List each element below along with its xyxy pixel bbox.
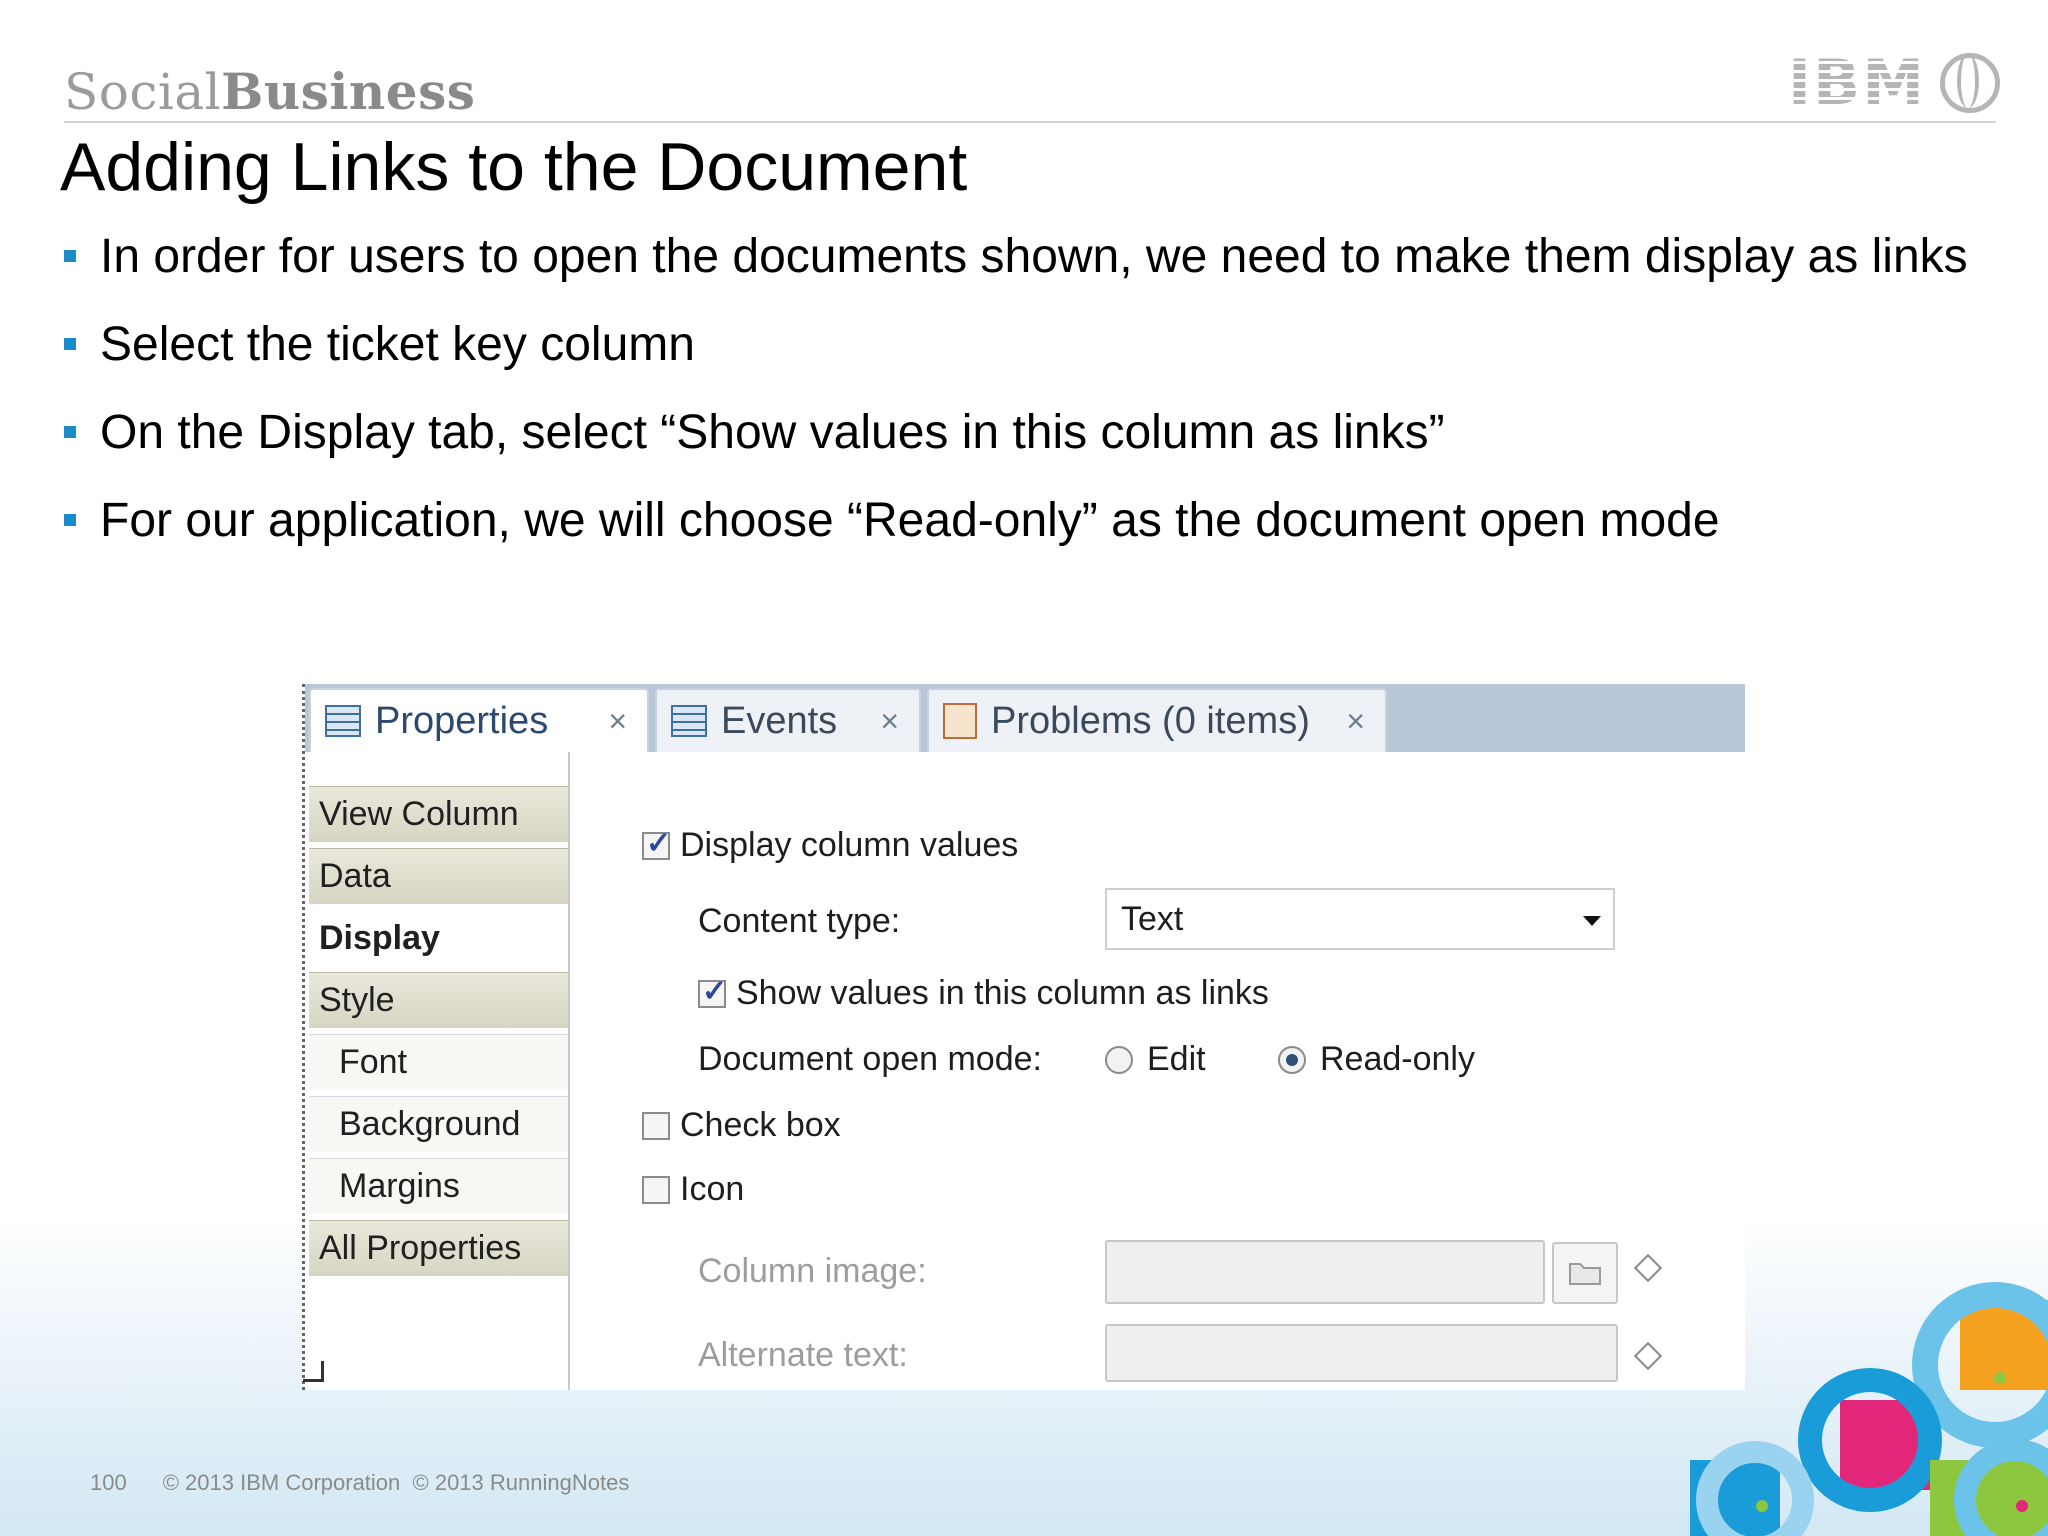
- close-icon[interactable]: ×: [1346, 703, 1365, 740]
- icon-row: Icon: [642, 1170, 744, 1209]
- chevron-down-icon: [1583, 916, 1601, 926]
- open-mode-label: Document open mode:: [698, 1040, 1042, 1078]
- sidebar-item-data[interactable]: Data: [309, 848, 568, 906]
- folder-icon: [1569, 1263, 1601, 1285]
- bullet-marker: [64, 426, 76, 438]
- ibm-logo: IBM: [1788, 46, 2000, 119]
- column-image-field[interactable]: [1105, 1240, 1545, 1304]
- show-links-row: Show values in this column as links: [698, 974, 1269, 1013]
- resize-handle-icon[interactable]: [303, 1361, 324, 1382]
- slide-title: Adding Links to the Document: [60, 129, 968, 205]
- sidebar-item-margins[interactable]: Margins: [309, 1158, 568, 1216]
- icon-checkbox[interactable]: [642, 1175, 670, 1204]
- show-links-checkbox[interactable]: [698, 974, 727, 1009]
- display-column-values-checkbox[interactable]: [642, 826, 671, 861]
- alternate-text-field[interactable]: [1105, 1324, 1618, 1382]
- bullet-item: Select the ticket key column: [64, 316, 1994, 373]
- header-divider: [64, 121, 1996, 123]
- tab-problems[interactable]: Problems (0 items) ×: [927, 688, 1387, 752]
- sidebar-item-background[interactable]: Background: [309, 1096, 568, 1154]
- properties-sidebar: View Column Data Display Style Font Back…: [305, 752, 570, 1390]
- check-box-row: Check box: [642, 1106, 841, 1145]
- ibm-wordmark: IBM: [1787, 46, 1926, 119]
- footer: 100 © 2013 IBM Corporation © 2013 Runnin…: [90, 1470, 629, 1496]
- display-column-values-row: Display column values: [642, 826, 1018, 865]
- bullet-list: In order for users to open the documents…: [64, 228, 1994, 580]
- computed-value-icon[interactable]: [1633, 1341, 1663, 1371]
- events-icon: [671, 705, 707, 737]
- edit-radio[interactable]: [1105, 1045, 1133, 1074]
- bullet-marker: [64, 250, 76, 262]
- close-icon[interactable]: ×: [880, 703, 899, 740]
- social-business-logo: SocialBusiness: [64, 62, 476, 121]
- sidebar-item-view-column[interactable]: View Column: [309, 786, 568, 844]
- open-mode-readonly-option[interactable]: Read-only: [1278, 1040, 1475, 1079]
- computed-value-icon[interactable]: [1633, 1253, 1663, 1283]
- sidebar-item-font[interactable]: Font: [309, 1034, 568, 1092]
- sidebar-item-display[interactable]: Display: [309, 910, 568, 968]
- bullet-marker: [64, 338, 76, 350]
- check-box-checkbox[interactable]: [642, 1111, 670, 1140]
- panel-tab-bar: Properties × Events × Problems (0 items)…: [305, 684, 1745, 752]
- content-type-select[interactable]: Text: [1105, 888, 1615, 950]
- read-only-radio[interactable]: [1278, 1045, 1306, 1074]
- sidebar-item-all-properties[interactable]: All Properties: [309, 1220, 568, 1278]
- browse-button[interactable]: [1552, 1242, 1618, 1304]
- display-settings: Display column values Content type: Text…: [570, 752, 1745, 1390]
- open-mode-edit-option[interactable]: Edit: [1105, 1040, 1206, 1079]
- page-number: 100: [90, 1470, 127, 1495]
- copyright-text: © 2013 IBM Corporation © 2013 RunningNot…: [162, 1470, 630, 1495]
- column-image-label: Column image:: [698, 1252, 927, 1290]
- bullet-item: In order for users to open the documents…: [64, 228, 1994, 285]
- alternate-text-label: Alternate text:: [698, 1336, 908, 1374]
- properties-icon: [325, 705, 361, 737]
- sidebar-item-style[interactable]: Style: [309, 972, 568, 1030]
- bullet-item: For our application, we will choose “Rea…: [64, 492, 1994, 549]
- bullet-marker: [64, 514, 76, 526]
- tab-events[interactable]: Events ×: [655, 688, 921, 752]
- tab-properties[interactable]: Properties ×: [309, 688, 649, 752]
- bullet-item: On the Display tab, select “Show values …: [64, 404, 1994, 461]
- globe-icon: [1940, 52, 2000, 113]
- close-icon[interactable]: ×: [608, 703, 627, 740]
- properties-panel: Properties × Events × Problems (0 items)…: [302, 684, 1745, 1390]
- problems-icon: [943, 703, 977, 739]
- content-type-label: Content type:: [698, 902, 901, 940]
